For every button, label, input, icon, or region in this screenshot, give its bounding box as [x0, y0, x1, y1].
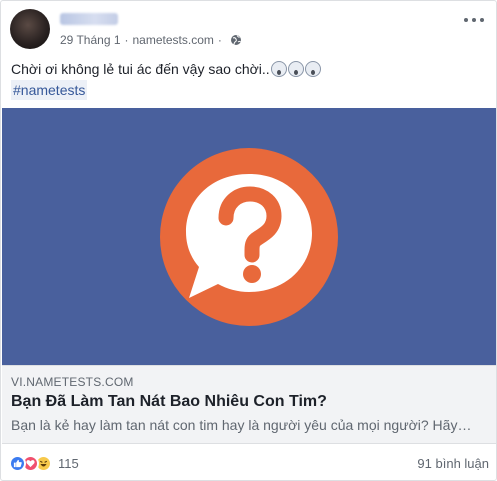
link-title[interactable]: Bạn Đã Làm Tan Nát Bao Nhiêu Con Tim? [11, 393, 327, 411]
reaction-count: 115 [58, 456, 79, 471]
hashtag-link[interactable]: #nametests [11, 80, 88, 100]
more-options-icon[interactable] [464, 15, 484, 25]
author-name-blurred[interactable] [60, 13, 118, 25]
link-preview-image[interactable] [2, 108, 496, 365]
post-card: 29 Tháng 1 · nametests.com · Chời ơi khô… [0, 0, 497, 481]
post-message-text: Chời ơi không lẻ tui ác đến vậy sao chời… [11, 61, 270, 77]
like-icon [9, 455, 26, 472]
post-header: 29 Tháng 1 · nametests.com · [10, 9, 490, 53]
question-mark-speech-bubble-icon [160, 148, 338, 326]
link-preview-body[interactable]: VI.NAMETESTS.COM Bạn Đã Làm Tan Nát Bao … [2, 365, 496, 444]
globe-icon[interactable] [230, 34, 242, 46]
link-description: Bạn là kẻ hay làm tan nát con tim hay là… [11, 417, 472, 433]
post-meta: 29 Tháng 1 · nametests.com · [60, 33, 242, 47]
scream-emoji-icon [270, 61, 287, 77]
scream-emoji-icon [287, 61, 304, 77]
link-domain: VI.NAMETESTS.COM [11, 375, 134, 389]
reactions-summary[interactable]: 115 [9, 455, 79, 472]
post-message: Chời ơi không lẻ tui ác đến vậy sao chời… [11, 59, 321, 79]
meta-separator-2: · [217, 33, 222, 47]
scream-emoji-icon [304, 61, 321, 77]
post-source[interactable]: nametests.com [133, 33, 214, 47]
post-footer: 115 91 bình luận [9, 453, 489, 475]
comment-count-link[interactable]: 91 bình luận [417, 456, 489, 471]
post-date[interactable]: 29 Tháng 1 [60, 33, 121, 47]
meta-separator: · [124, 33, 129, 47]
avatar[interactable] [10, 9, 50, 49]
